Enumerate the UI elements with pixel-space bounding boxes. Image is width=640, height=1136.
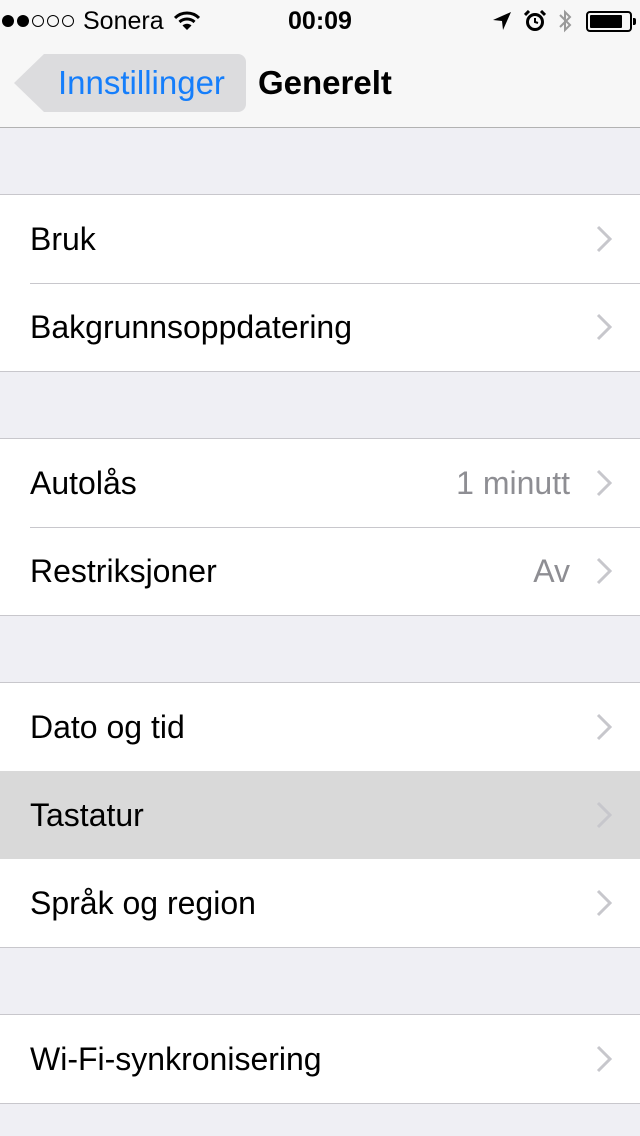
row-label: Bruk (30, 221, 96, 257)
chevron-right-icon (596, 225, 612, 253)
settings-group-4: Wi-Fi-synkronisering (0, 1014, 640, 1104)
settings-row-wifi-synkronisering[interactable]: Wi-Fi-synkronisering (0, 1015, 640, 1103)
back-button-label[interactable]: Innstillinger (58, 54, 225, 112)
settings-row-bakgrunnsoppdatering[interactable]: Bakgrunnsoppdatering (0, 283, 640, 371)
row-label: Bakgrunnsoppdatering (30, 309, 353, 345)
chevron-right-icon (596, 469, 612, 497)
settings-row-restriksjoner[interactable]: Restriksjoner Av (0, 527, 640, 615)
row-label: Wi-Fi-synkronisering (30, 1041, 322, 1077)
chevron-right-icon (596, 313, 612, 341)
settings-row-bruk[interactable]: Bruk (0, 195, 640, 283)
settings-row-tastatur[interactable]: Tastatur (0, 771, 640, 859)
battery-icon (586, 10, 636, 32)
settings-row-dato-og-tid[interactable]: Dato og tid (0, 683, 640, 771)
settings-group-2: Autolås 1 minutt Restriksjoner Av (0, 438, 640, 616)
row-label: Restriksjoner (30, 553, 217, 589)
row-value: Av (533, 553, 570, 589)
settings-row-autolas[interactable]: Autolås 1 minutt (0, 439, 640, 527)
navigation-bar: Innstillinger Generelt (0, 40, 640, 128)
settings-group-1: Bruk Bakgrunnsoppdatering (0, 194, 640, 372)
status-bar: Sonera 00:09 (0, 0, 640, 40)
row-label: Tastatur (30, 797, 144, 833)
alarm-icon (524, 10, 546, 31)
row-label: Autolås (30, 465, 137, 501)
row-label: Dato og tid (30, 709, 185, 745)
page-title: Generelt (258, 64, 392, 101)
chevron-right-icon (596, 889, 612, 917)
row-value: 1 minutt (456, 465, 570, 501)
settings-row-sprak-og-region[interactable]: Språk og region (0, 859, 640, 947)
battery-level (590, 14, 622, 28)
settings-group-3: Dato og tid Tastatur Språk og region (0, 682, 640, 948)
chevron-right-icon (596, 713, 612, 741)
bluetooth-icon (559, 9, 572, 33)
settings-list: Bruk Bakgrunnsoppdatering Autolås 1 minu… (0, 128, 640, 1104)
chevron-right-icon (596, 1045, 612, 1073)
row-label: Språk og region (30, 885, 256, 921)
location-arrow-icon (493, 12, 511, 30)
status-right (480, 6, 636, 36)
chevron-right-icon (596, 557, 612, 585)
chevron-right-icon (596, 801, 612, 829)
